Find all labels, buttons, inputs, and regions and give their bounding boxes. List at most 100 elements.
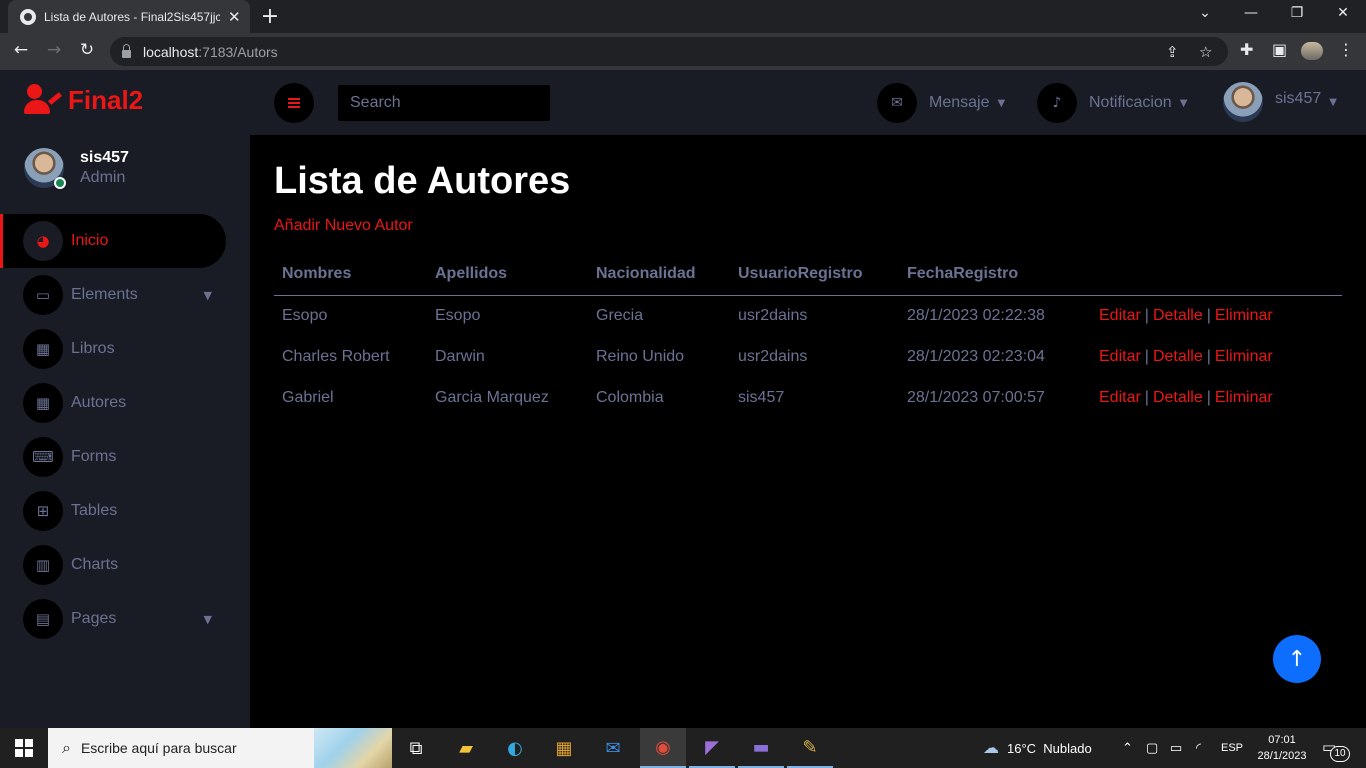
table-icon: ⊞ <box>23 491 63 531</box>
mail-icon[interactable]: ✉ <box>590 728 636 768</box>
user-dropdown[interactable]: sis457 ▼ <box>1223 82 1337 122</box>
weather-text: 16°C Nublado <box>1007 740 1092 756</box>
sidebar-item-libros[interactable]: ▦ Libros <box>0 322 226 376</box>
edit-link[interactable]: Editar <box>1099 348 1141 365</box>
address-bar[interactable]: localhost :7183/Autors ⇪ ☆ <box>110 37 1228 66</box>
edge-icon[interactable]: ◐ <box>492 728 538 768</box>
edit-link[interactable]: Editar <box>1099 307 1141 324</box>
forward-arrow-icon[interactable]: → <box>43 40 65 60</box>
arrow-up-icon: ↑ <box>1287 646 1307 672</box>
minimize-icon[interactable]: — <box>1241 5 1261 21</box>
separator: | <box>1206 388 1211 406</box>
store-icon[interactable]: ▦ <box>541 728 587 768</box>
reload-icon[interactable]: ↻ <box>76 40 98 60</box>
chart-bar-icon: ▥ <box>23 545 63 585</box>
add-author-link[interactable]: Añadir Nuevo Autor <box>274 217 413 235</box>
sidebar-item-label: Elements <box>71 286 138 303</box>
cell-nombres: Esopo <box>282 306 328 324</box>
weather-widget[interactable]: ☁ 16°C Nublado <box>983 728 1092 768</box>
grid-icon: ▦ <box>23 329 63 369</box>
separator: | <box>1144 347 1149 365</box>
file-explorer-icon[interactable]: ▰ <box>443 728 489 768</box>
detail-link[interactable]: Detalle <box>1153 307 1203 324</box>
close-tab-icon[interactable]: ✕ <box>228 8 241 26</box>
detail-link[interactable]: Detalle <box>1153 348 1203 365</box>
browser-menu-icon[interactable]: ⋮ <box>1338 40 1354 59</box>
bell-icon: ♪ <box>1037 83 1077 123</box>
chevron-down-icon: ▼ <box>203 288 212 302</box>
delete-link[interactable]: Eliminar <box>1215 348 1273 365</box>
separator: | <box>1206 347 1211 365</box>
clock-time: 07:01 <box>1268 734 1296 746</box>
taskbar-search-box[interactable]: ⌕ Escribe aquí para buscar <box>48 728 392 768</box>
brand-logo[interactable]: Final2 <box>24 84 143 116</box>
sidebar-toggle-button[interactable] <box>274 83 314 123</box>
terminal-icon[interactable]: ▬ <box>738 728 784 768</box>
top-navbar: ✉ Mensaje ▼ ♪ Notificacion ▼ sis457 ▼ <box>250 70 1366 135</box>
detail-link[interactable]: Detalle <box>1153 389 1203 406</box>
battery-icon[interactable]: ▭ <box>1170 728 1182 768</box>
page-title: Lista de Autores <box>274 160 571 202</box>
table-row: Charles Robert Darwin Reino Unido usr2da… <box>274 336 1342 377</box>
sidebar-item-label: Inicio <box>71 232 109 249</box>
restore-icon[interactable]: ❐ <box>1287 5 1307 21</box>
envelope-icon: ✉ <box>877 83 917 123</box>
cell-nombres: Gabriel <box>282 388 334 406</box>
notification-dropdown[interactable]: ♪ Notificacion ▼ <box>1037 83 1187 123</box>
delete-link[interactable]: Eliminar <box>1215 389 1273 406</box>
edit-link[interactable]: Editar <box>1099 389 1141 406</box>
language-indicator[interactable]: ESP <box>1221 728 1243 768</box>
grid-icon: ▦ <box>23 383 63 423</box>
bookmark-star-icon[interactable]: ☆ <box>1199 43 1212 61</box>
wifi-icon[interactable]: ◜ <box>1196 728 1201 768</box>
cell-actions: Editar | Detalle | Eliminar <box>1091 336 1342 377</box>
sidebar-item-label: Libros <box>71 340 115 357</box>
column-header-fecha: FechaRegistro <box>899 254 1091 296</box>
system-clock[interactable]: 07:01 28/1/2023 <box>1250 732 1314 764</box>
search-input[interactable] <box>338 85 550 121</box>
chrome-icon[interactable]: ◉ <box>640 728 686 768</box>
back-to-top-button[interactable]: ↑ <box>1273 635 1321 683</box>
side-panel-icon[interactable]: ▣ <box>1272 40 1287 59</box>
hidden-icons-chevron[interactable]: ⌃ <box>1122 728 1133 768</box>
sidebar-item-tables[interactable]: ⊞ Tables <box>0 484 226 538</box>
meet-icon[interactable]: ▢ <box>1146 728 1158 768</box>
browser-tab-bar: Lista de Autores - Final2Sis457jjc ✕ + ⌄… <box>0 0 1366 33</box>
delete-link[interactable]: Eliminar <box>1215 307 1273 324</box>
share-icon[interactable]: ⇪ <box>1166 43 1179 61</box>
task-view-icon[interactable]: ⧉ <box>393 728 439 768</box>
authors-table: Nombres Apellidos Nacionalidad UsuarioRe… <box>274 254 1342 418</box>
sidebar-item-label: Charts <box>71 556 119 573</box>
sidebar-item-pages[interactable]: ▤ Pages ▼ <box>0 592 226 646</box>
taskbar-search-text: Escribe aquí para buscar <box>80 740 237 756</box>
visual-studio-icon[interactable]: ◤ <box>689 728 735 768</box>
separator: | <box>1144 306 1149 324</box>
chevron-down-icon: ▼ <box>1179 97 1188 109</box>
user-edit-icon <box>24 84 62 116</box>
lock-icon[interactable] <box>122 43 131 58</box>
extensions-puzzle-icon[interactable]: ✚ <box>1240 40 1253 59</box>
separator: | <box>1144 388 1149 406</box>
new-tab-icon[interactable]: + <box>258 4 282 29</box>
sidebar-item-inicio[interactable]: ◕ Inicio <box>0 214 226 268</box>
sidebar-item-elements[interactable]: ▭ Elements ▼ <box>0 268 226 322</box>
paint-icon[interactable]: ✎ <box>787 728 833 768</box>
sidebar-item-autores[interactable]: ▦ Autores <box>0 376 226 430</box>
cell-usuario: usr2dains <box>738 306 808 324</box>
close-window-icon[interactable]: ✕ <box>1333 5 1353 21</box>
cell-actions: Editar | Detalle | Eliminar <box>1091 295 1342 336</box>
back-arrow-icon[interactable]: ← <box>10 40 32 60</box>
browser-profile-avatar[interactable] <box>1301 42 1323 60</box>
file-icon: ▤ <box>23 599 63 639</box>
cell-apellidos: Darwin <box>435 347 485 365</box>
avatar <box>1223 82 1263 122</box>
tab-search-chevron-icon[interactable]: ⌄ <box>1195 5 1215 21</box>
sidebar-user: sis457 Admin <box>24 148 129 189</box>
windows-taskbar: ⌕ Escribe aquí para buscar ⧉ ▰ ◐ ▦ ✉ ◉ ◤… <box>0 728 1366 768</box>
sidebar-item-forms[interactable]: ⌨ Forms <box>0 430 226 484</box>
message-dropdown[interactable]: ✉ Mensaje ▼ <box>877 83 1005 123</box>
tachometer-icon: ◕ <box>23 221 63 261</box>
windows-start-icon[interactable] <box>15 739 33 757</box>
browser-tab[interactable]: Lista de Autores - Final2Sis457jjc ✕ <box>8 0 250 33</box>
sidebar-item-charts[interactable]: ▥ Charts <box>0 538 226 592</box>
